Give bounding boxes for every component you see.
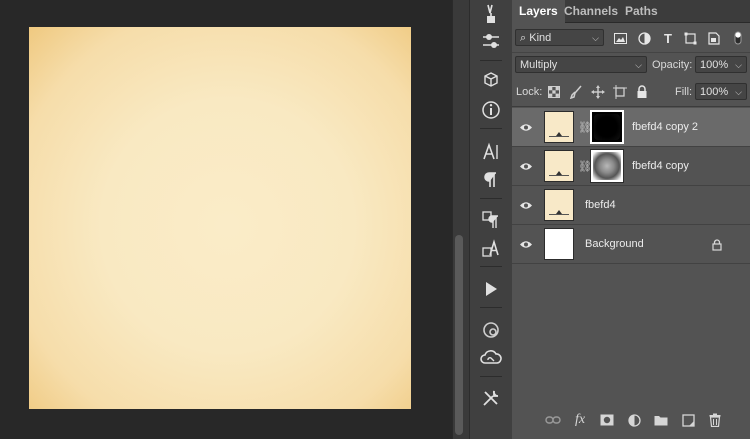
layer-row[interactable]: ⛓ fbefd4 copy 2 xyxy=(512,108,750,147)
lock-artboard-icon[interactable] xyxy=(612,84,628,100)
image-filter-icon[interactable] xyxy=(612,30,628,46)
layer-name[interactable]: fbefd4 copy 2 xyxy=(632,108,698,147)
chevron-down-icon: ⌵ xyxy=(635,60,642,70)
filter-toggle-icon[interactable] xyxy=(730,30,746,46)
shape-filter-icon[interactable] xyxy=(682,30,698,46)
document-canvas[interactable] xyxy=(29,27,411,409)
filter-kind-label: Kind xyxy=(529,32,552,44)
opacity-field[interactable]: 100% ⌵ xyxy=(695,56,747,73)
tab-paths[interactable]: Paths xyxy=(618,0,665,22)
fill-value: 100% xyxy=(700,86,729,98)
3d-cube-icon[interactable] xyxy=(477,68,505,92)
type-filter-icon[interactable]: T xyxy=(660,30,676,46)
panel-tabs: Layers Channels Paths xyxy=(512,0,750,23)
paragraph-icon[interactable] xyxy=(477,168,505,192)
add-mask-icon[interactable] xyxy=(597,410,617,430)
link-layers-icon[interactable] xyxy=(543,410,563,430)
lock-all-icon[interactable] xyxy=(634,84,650,100)
eye-visibility-icon[interactable] xyxy=(518,159,534,173)
layer-mask-thumbnail[interactable] xyxy=(590,149,624,183)
layer-row[interactable]: fbefd4 xyxy=(512,186,750,225)
new-layer-icon[interactable] xyxy=(678,410,698,430)
chevron-down-icon: ⌵ xyxy=(592,33,599,43)
canvas-area[interactable] xyxy=(0,0,452,439)
chevron-down-icon: ⌵ xyxy=(735,87,742,97)
cc-libraries-icon[interactable] xyxy=(477,318,505,342)
brush-presets-icon[interactable] xyxy=(477,2,505,26)
lock-label: Lock: xyxy=(516,86,543,98)
fx-icon[interactable]: fx xyxy=(570,410,590,430)
eye-visibility-icon[interactable] xyxy=(518,237,534,251)
layers-bottom-toolbar: fx xyxy=(512,404,750,439)
filter-kind-select[interactable]: ⌕ Kind ⌵ xyxy=(515,29,604,46)
eye-visibility-icon[interactable] xyxy=(518,120,534,134)
layers-panel: Layers Channels Paths ⌕ Kind ⌵ T Multipl… xyxy=(512,0,750,439)
lock-icon xyxy=(712,238,722,256)
blend-mode-value: Multiply xyxy=(520,59,558,71)
opacity-label: Opacity: xyxy=(652,59,693,71)
fill-label: Fill: xyxy=(675,86,693,98)
layer-name[interactable]: fbefd4 copy xyxy=(632,147,689,186)
layer-thumbnail[interactable] xyxy=(544,189,574,221)
layer-row[interactable]: Background xyxy=(512,225,750,264)
info-icon[interactable] xyxy=(477,98,505,122)
brush-settings-icon[interactable] xyxy=(477,30,505,54)
layer-thumbnail[interactable] xyxy=(544,228,574,260)
character-styles-icon[interactable] xyxy=(477,236,505,260)
fill-field[interactable]: 100% ⌵ xyxy=(695,83,747,100)
actions-play-icon[interactable] xyxy=(477,277,505,301)
layer-name[interactable]: Background xyxy=(585,225,644,264)
search-icon: ⌕ xyxy=(520,32,527,44)
blend-mode-select[interactable]: Multiply ⌵ xyxy=(515,56,647,73)
trash-icon[interactable] xyxy=(705,410,725,430)
layer-thumbnail[interactable] xyxy=(544,150,574,182)
tools-wrench-icon[interactable] xyxy=(477,386,505,410)
chevron-down-icon: ⌵ xyxy=(735,60,742,70)
paragraph-styles-icon[interactable] xyxy=(477,208,505,232)
tab-channels[interactable]: Channels xyxy=(557,0,625,22)
eye-visibility-icon[interactable] xyxy=(518,198,534,212)
layer-name[interactable]: fbefd4 xyxy=(585,186,616,225)
adjustment-filter-icon[interactable] xyxy=(636,30,652,46)
panel-toolstrip xyxy=(469,0,513,439)
new-group-icon[interactable] xyxy=(651,410,671,430)
lock-position-icon[interactable] xyxy=(590,84,606,100)
opacity-value: 100% xyxy=(700,59,729,71)
lock-image-pixels-icon[interactable] xyxy=(568,84,584,100)
character-icon[interactable] xyxy=(477,140,505,164)
smart-object-filter-icon[interactable] xyxy=(706,30,722,46)
lock-transparent-pixels-icon[interactable] xyxy=(546,84,562,100)
adjustment-layer-icon[interactable] xyxy=(624,410,644,430)
layer-row[interactable]: ⛓ fbefd4 copy xyxy=(512,147,750,186)
creative-cloud-icon[interactable] xyxy=(477,346,505,370)
layer-mask-thumbnail[interactable] xyxy=(590,110,624,144)
scrollbar-thumb[interactable] xyxy=(455,235,463,435)
layer-thumbnail[interactable] xyxy=(544,111,574,143)
